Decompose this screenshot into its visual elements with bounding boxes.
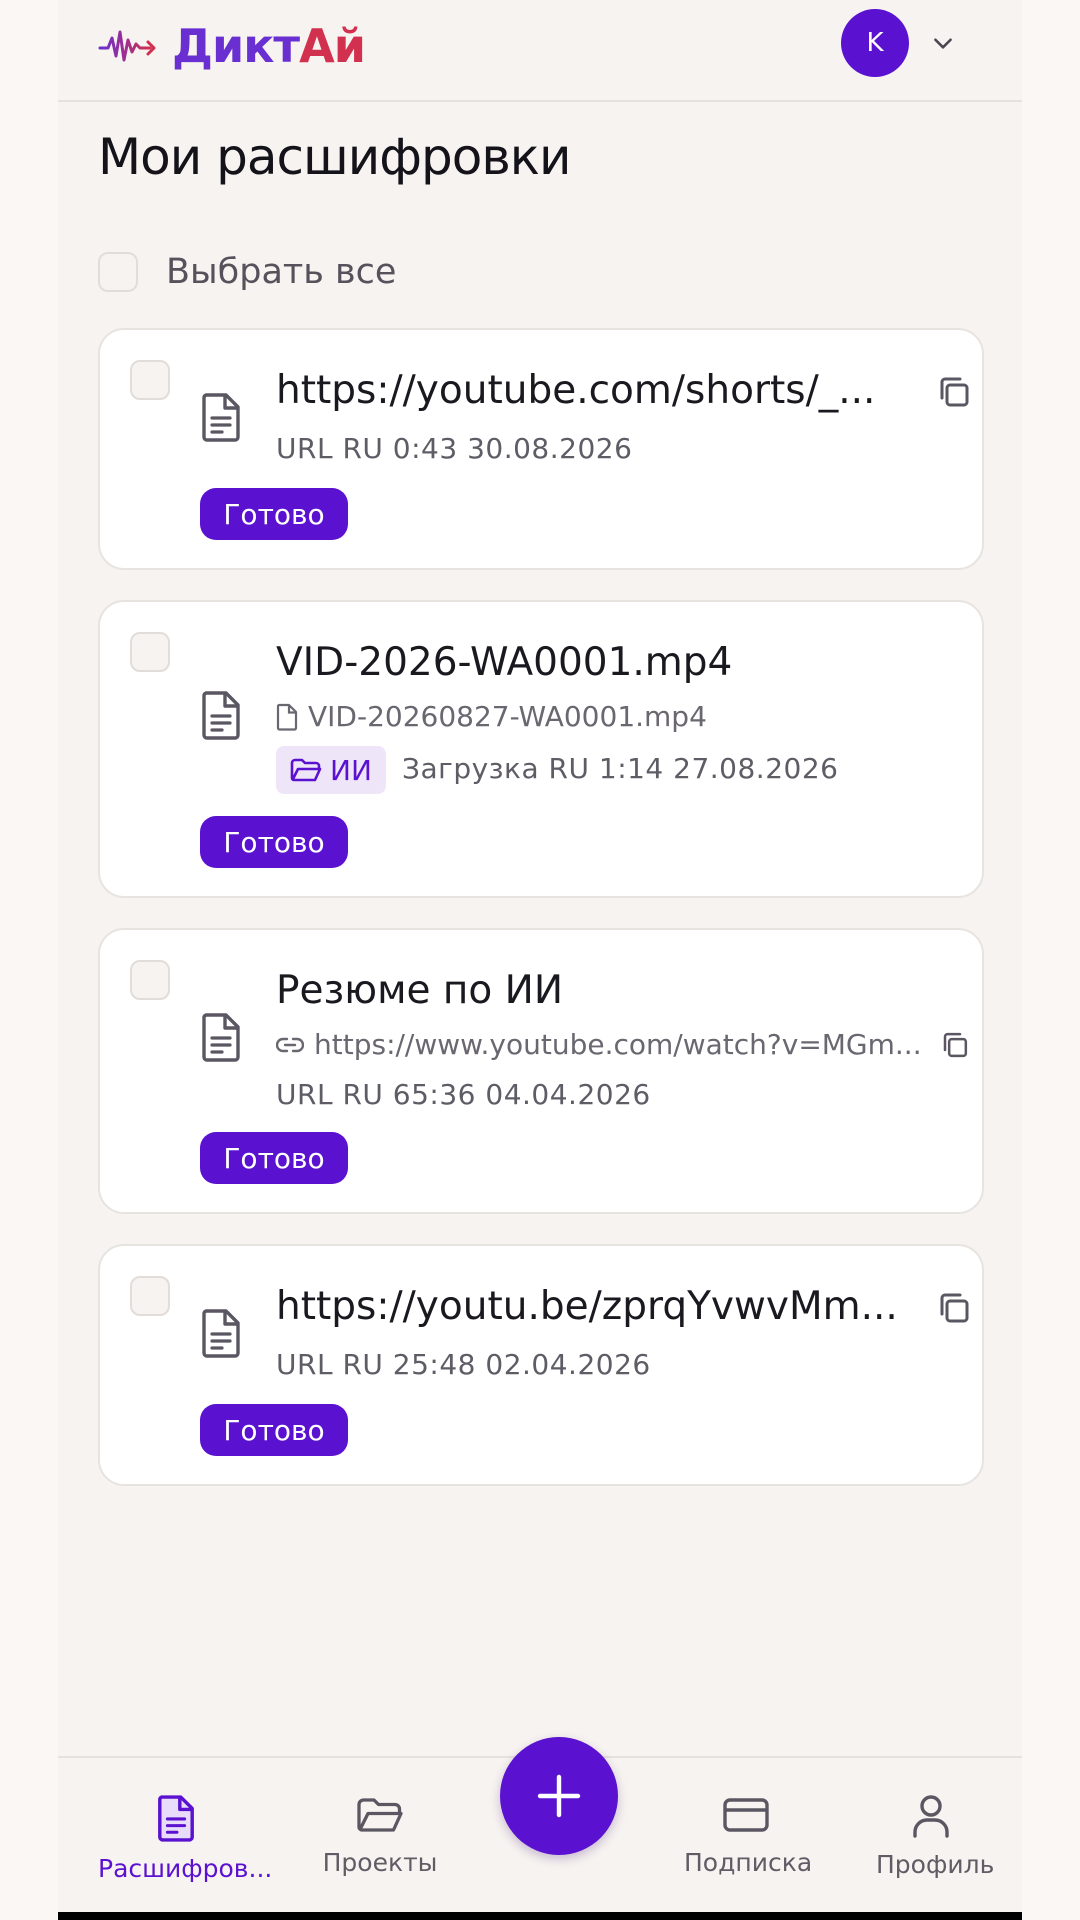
item-link-text[interactable]: https://www.youtube.com/watch?v=MGm... [314, 1028, 922, 1061]
item-title[interactable]: https://youtube.com/shorts/_... [276, 368, 875, 413]
status-badge: Готово [200, 1132, 348, 1184]
link-icon [276, 1037, 304, 1052]
top-header: ДиктАй K [58, 0, 1022, 102]
status-badge: Готово [200, 816, 348, 868]
nav-label: Профиль [876, 1850, 995, 1879]
folder-icon [357, 1798, 403, 1832]
nav-label: Подписка [684, 1848, 813, 1877]
avatar[interactable]: K [841, 9, 909, 77]
chevron-down-icon[interactable] [930, 30, 956, 56]
transcript-card[interactable]: https://youtube.com/shorts/_... URL RU 0… [98, 328, 984, 570]
item-checkbox[interactable] [130, 1276, 170, 1316]
item-title[interactable]: https://youtu.be/zprqYvwvMm... [276, 1284, 898, 1329]
system-gesture-bar [58, 1912, 1022, 1920]
item-link[interactable]: https://www.youtube.com/watch?v=MGm... [276, 1028, 922, 1061]
waveform-logo-icon [98, 30, 156, 62]
item-meta: URL RU 65:36 04.04.2026 [276, 1078, 651, 1111]
folder-tag[interactable]: ИИ [276, 746, 386, 794]
transcript-card[interactable]: VID-2026-WA0001.mp4 VID-20260827-WA0001.… [98, 600, 984, 898]
copy-icon[interactable] [940, 1030, 970, 1060]
copy-icon[interactable] [936, 1290, 972, 1326]
item-filename-text: VID-20260827-WA0001.mp4 [308, 700, 707, 733]
document-icon [202, 1309, 240, 1358]
page-title: Мои расшифровки [98, 128, 571, 186]
nav-profile[interactable]: Профиль [876, 1794, 995, 1879]
select-all-row[interactable]: Выбрать все [98, 252, 396, 292]
copy-icon[interactable] [936, 374, 972, 410]
nav-projects[interactable]: Проекты [320, 1794, 440, 1877]
item-meta: Загрузка RU 1:14 27.08.2026 [402, 752, 839, 785]
document-icon [158, 1795, 194, 1842]
item-checkbox[interactable] [130, 360, 170, 400]
credit-card-icon [723, 1798, 769, 1832]
file-icon [276, 703, 298, 731]
add-transcript-button[interactable] [500, 1737, 618, 1855]
nav-subscription[interactable]: Подписка [684, 1794, 813, 1877]
transcript-card[interactable]: https://youtu.be/zprqYvwvMm... URL RU 25… [98, 1244, 984, 1486]
nav-label: Проекты [322, 1848, 438, 1877]
item-meta: URL RU 25:48 02.04.2026 [276, 1348, 651, 1381]
item-title[interactable]: VID-2026-WA0001.mp4 [276, 640, 732, 685]
select-all-checkbox[interactable] [98, 252, 138, 292]
user-icon [913, 1795, 949, 1838]
document-icon [202, 1013, 240, 1062]
nav-label: Расшифров... [98, 1854, 273, 1883]
item-filename: VID-20260827-WA0001.mp4 [276, 700, 707, 733]
app-frame: ДиктАй K Мои расшифровки Выбрать все htt… [58, 0, 1022, 1920]
status-badge: Готово [200, 1404, 348, 1456]
document-icon [202, 393, 240, 442]
status-badge: Готово [200, 488, 348, 540]
transcript-card[interactable]: Резюме по ИИ https://www.youtube.com/wat… [98, 928, 984, 1214]
item-title[interactable]: Резюме по ИИ [276, 968, 563, 1013]
item-checkbox[interactable] [130, 632, 170, 672]
document-icon [202, 691, 240, 740]
select-all-label: Выбрать все [166, 252, 397, 292]
item-checkbox[interactable] [130, 960, 170, 1000]
folder-tag-label: ИИ [330, 753, 372, 787]
nav-transcripts[interactable]: Расшифров... [98, 1794, 273, 1883]
logo-text: ДиктАй [172, 19, 366, 73]
plus-icon [537, 1774, 581, 1818]
app-logo[interactable]: ДиктАй [98, 18, 366, 74]
folder-icon [290, 758, 322, 782]
item-meta: URL RU 0:43 30.08.2026 [276, 432, 633, 465]
